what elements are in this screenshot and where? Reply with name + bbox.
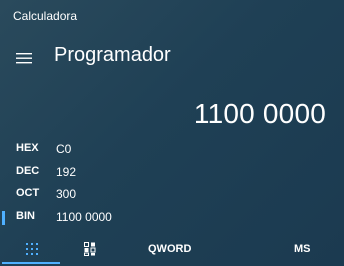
header: Programador	[0, 40, 344, 76]
app-title: Calculadora	[13, 9, 78, 23]
hamburger-icon	[16, 53, 32, 64]
radix-row-oct[interactable]: OCT 300	[0, 183, 344, 206]
selected-indicator	[2, 210, 5, 225]
bit-toggle-button[interactable]	[74, 236, 106, 264]
radix-label: OCT	[16, 187, 40, 199]
bottom-bar: QWORD MS	[0, 236, 344, 266]
menu-button[interactable]	[14, 48, 34, 68]
radix-label: DEC	[16, 164, 40, 177]
radix-value: 1100 0000	[56, 209, 112, 224]
mode-title: Programador	[54, 44, 171, 66]
radix-row-hex[interactable]: HEX C0	[0, 138, 344, 161]
keypad-grid-icon	[26, 243, 38, 255]
radix-value: 300	[56, 187, 77, 201]
word-size-button[interactable]: QWORD	[148, 243, 191, 255]
radix-value: 192	[56, 164, 77, 179]
radix-label: BIN	[16, 209, 35, 222]
bit-toggle-icon	[84, 242, 96, 256]
memory-store-button[interactable]: MS	[294, 243, 311, 255]
radix-label: HEX	[16, 142, 39, 154]
radix-row-bin[interactable]: BIN 1100 0000	[0, 206, 344, 229]
keypad-button[interactable]	[2, 236, 60, 264]
radix-list: HEX C0 DEC 192 OCT 300 BIN 1100 0000	[0, 138, 344, 228]
radix-value: C0	[56, 142, 72, 156]
radix-row-dec[interactable]: DEC 192	[0, 161, 344, 184]
active-tab-underline	[2, 262, 60, 264]
title-bar: Calculadora	[0, 0, 344, 32]
result-display: 1100 0000	[193, 98, 326, 129]
